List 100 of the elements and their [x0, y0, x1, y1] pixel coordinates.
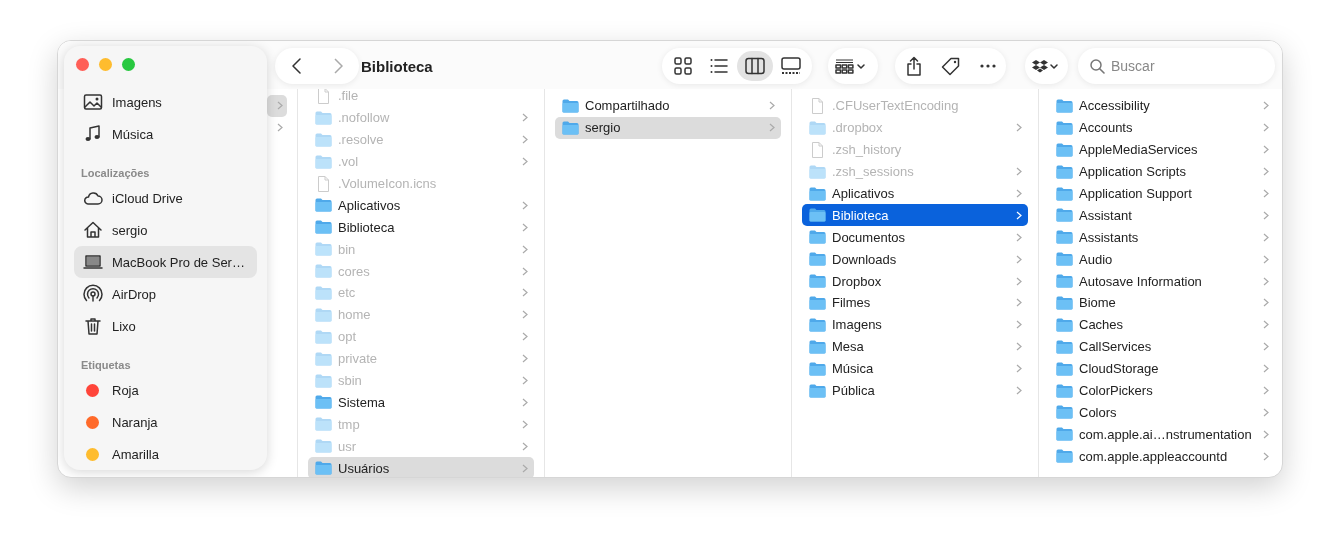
sidebar-item[interactable]: Amarilla	[74, 438, 257, 470]
file-icon	[809, 141, 826, 158]
folder-icon	[809, 252, 826, 267]
chevron-icon	[1016, 364, 1022, 374]
folder-row[interactable]: Música	[802, 357, 1028, 380]
folder-row[interactable]: sergio	[555, 116, 781, 139]
folder-row[interactable]: Biome	[1049, 292, 1275, 314]
folder-icon	[809, 339, 826, 354]
sidebar-item[interactable]: Imagens	[74, 86, 257, 118]
sidebar-item[interactable]: Roja	[74, 374, 257, 406]
close-button[interactable]	[76, 58, 89, 71]
chevron-icon	[1016, 189, 1022, 198]
chevron-icon	[522, 397, 528, 407]
chevron-icon	[1263, 298, 1269, 308]
folder-row[interactable]: ColorPickers	[1049, 379, 1275, 402]
folder-row[interactable]: Sistema	[308, 391, 534, 414]
chevron-icon	[1263, 167, 1269, 177]
airdrop-icon	[83, 284, 103, 304]
folder-icon	[315, 395, 332, 410]
folder-row[interactable]: Dropbox	[802, 270, 1028, 292]
chevron-left-icon	[291, 58, 301, 74]
folder-row[interactable]: Aplicativos	[308, 194, 534, 217]
chevron-icon	[522, 244, 528, 254]
folder-icon	[315, 198, 332, 213]
folder-row[interactable]: Assistant	[1049, 204, 1275, 227]
folder-row[interactable]: CallServices	[1049, 335, 1275, 358]
folder-row[interactable]: Accounts	[1049, 116, 1275, 139]
folder-icon	[315, 417, 332, 432]
chevron-icon	[1016, 276, 1022, 286]
chevron-icon	[1016, 210, 1022, 220]
chevron-icon	[1263, 451, 1269, 461]
chevron-icon	[277, 101, 283, 111]
folder-row[interactable]: Colors	[1049, 401, 1275, 424]
ellipsis-icon	[979, 64, 996, 68]
folder-row[interactable]: Mesa	[802, 335, 1028, 358]
folder-icon	[1056, 164, 1073, 179]
chevron-right-icon	[333, 58, 343, 74]
window-title: Biblioteca	[361, 57, 433, 75]
folder-row[interactable]: Autosave Information	[1049, 270, 1275, 292]
chevron-icon	[522, 310, 528, 320]
folder-icon	[315, 242, 332, 257]
folder-row[interactable]: Documentos	[802, 226, 1028, 249]
folder-row[interactable]: Imagens	[802, 313, 1028, 336]
chevron-icon	[522, 376, 528, 385]
folder-icon	[562, 98, 579, 113]
folder-row[interactable]: Audio	[1049, 248, 1275, 271]
folder-row[interactable]: Compartilhado	[555, 95, 781, 117]
file-icon	[315, 175, 332, 192]
sidebar-item[interactable]: sergio	[74, 214, 257, 246]
chevron-icon	[769, 101, 775, 111]
folder-row[interactable]: Caches	[1049, 313, 1275, 336]
search-field[interactable]: Buscar	[1078, 48, 1275, 84]
folder-row[interactable]: Pública	[802, 379, 1028, 402]
chevron-icon	[522, 222, 528, 232]
folder-row[interactable]: Biblioteca	[802, 204, 1028, 227]
view-mode-button[interactable]	[737, 51, 773, 81]
folder-icon	[315, 264, 332, 279]
folder-row[interactable]: com.apple.ai…nstrumentation	[1049, 423, 1275, 446]
folder-icon	[809, 295, 826, 310]
chevron-icon	[1263, 254, 1269, 264]
folder-icon	[315, 154, 332, 169]
folder-icon	[1056, 449, 1073, 464]
folder-icon	[315, 307, 332, 322]
sidebar-item[interactable]: AirDrop	[74, 278, 257, 310]
folder-row[interactable]: Filmes	[802, 292, 1028, 314]
sidebar-item[interactable]: MacBook Pro de Ser…	[74, 246, 257, 278]
folder-row[interactable]: Biblioteca	[308, 216, 534, 239]
folder-icon	[809, 274, 826, 289]
folder-row[interactable]: Aplicativos	[802, 182, 1028, 205]
sidebar-item[interactable]: Lixo	[74, 310, 257, 342]
folder-row[interactable]: Downloads	[802, 248, 1028, 271]
folder-icon	[1056, 383, 1073, 398]
folder-row[interactable]: CloudStorage	[1049, 357, 1275, 380]
folder-row[interactable]: Assistants	[1049, 226, 1275, 249]
folder-row[interactable]: Application Scripts	[1049, 160, 1275, 183]
folder-icon	[562, 120, 579, 135]
folder-row[interactable]: Application Support	[1049, 182, 1275, 205]
folder-icon	[315, 329, 332, 344]
chevron-icon	[769, 123, 775, 133]
folder-row[interactable]: Usuários	[308, 457, 534, 477]
folder-row[interactable]: com.apple.appleaccountd	[1049, 445, 1275, 468]
folder-icon	[1056, 230, 1073, 245]
folder-icon	[809, 186, 826, 201]
folder-icon	[1056, 142, 1073, 157]
chevron-icon	[522, 113, 528, 123]
folder-row[interactable]: AppleMediaServices	[1049, 138, 1275, 161]
chevron-icon	[522, 266, 528, 276]
trash-icon	[83, 316, 103, 336]
chevron-icon	[522, 135, 528, 145]
chevron-icon	[1263, 429, 1269, 439]
chevron-icon	[277, 123, 283, 133]
folder-icon	[315, 439, 332, 454]
chevron-icon	[522, 332, 528, 342]
sidebar-item[interactable]: Música	[74, 118, 257, 150]
folder-icon	[809, 383, 826, 398]
folder-row[interactable]: Accessibility	[1049, 95, 1275, 117]
picture-icon	[83, 92, 103, 112]
folder-icon	[315, 132, 332, 147]
sidebar-item[interactable]: iCloud Drive	[74, 182, 257, 214]
sidebar-item[interactable]: Naranja	[74, 406, 257, 438]
